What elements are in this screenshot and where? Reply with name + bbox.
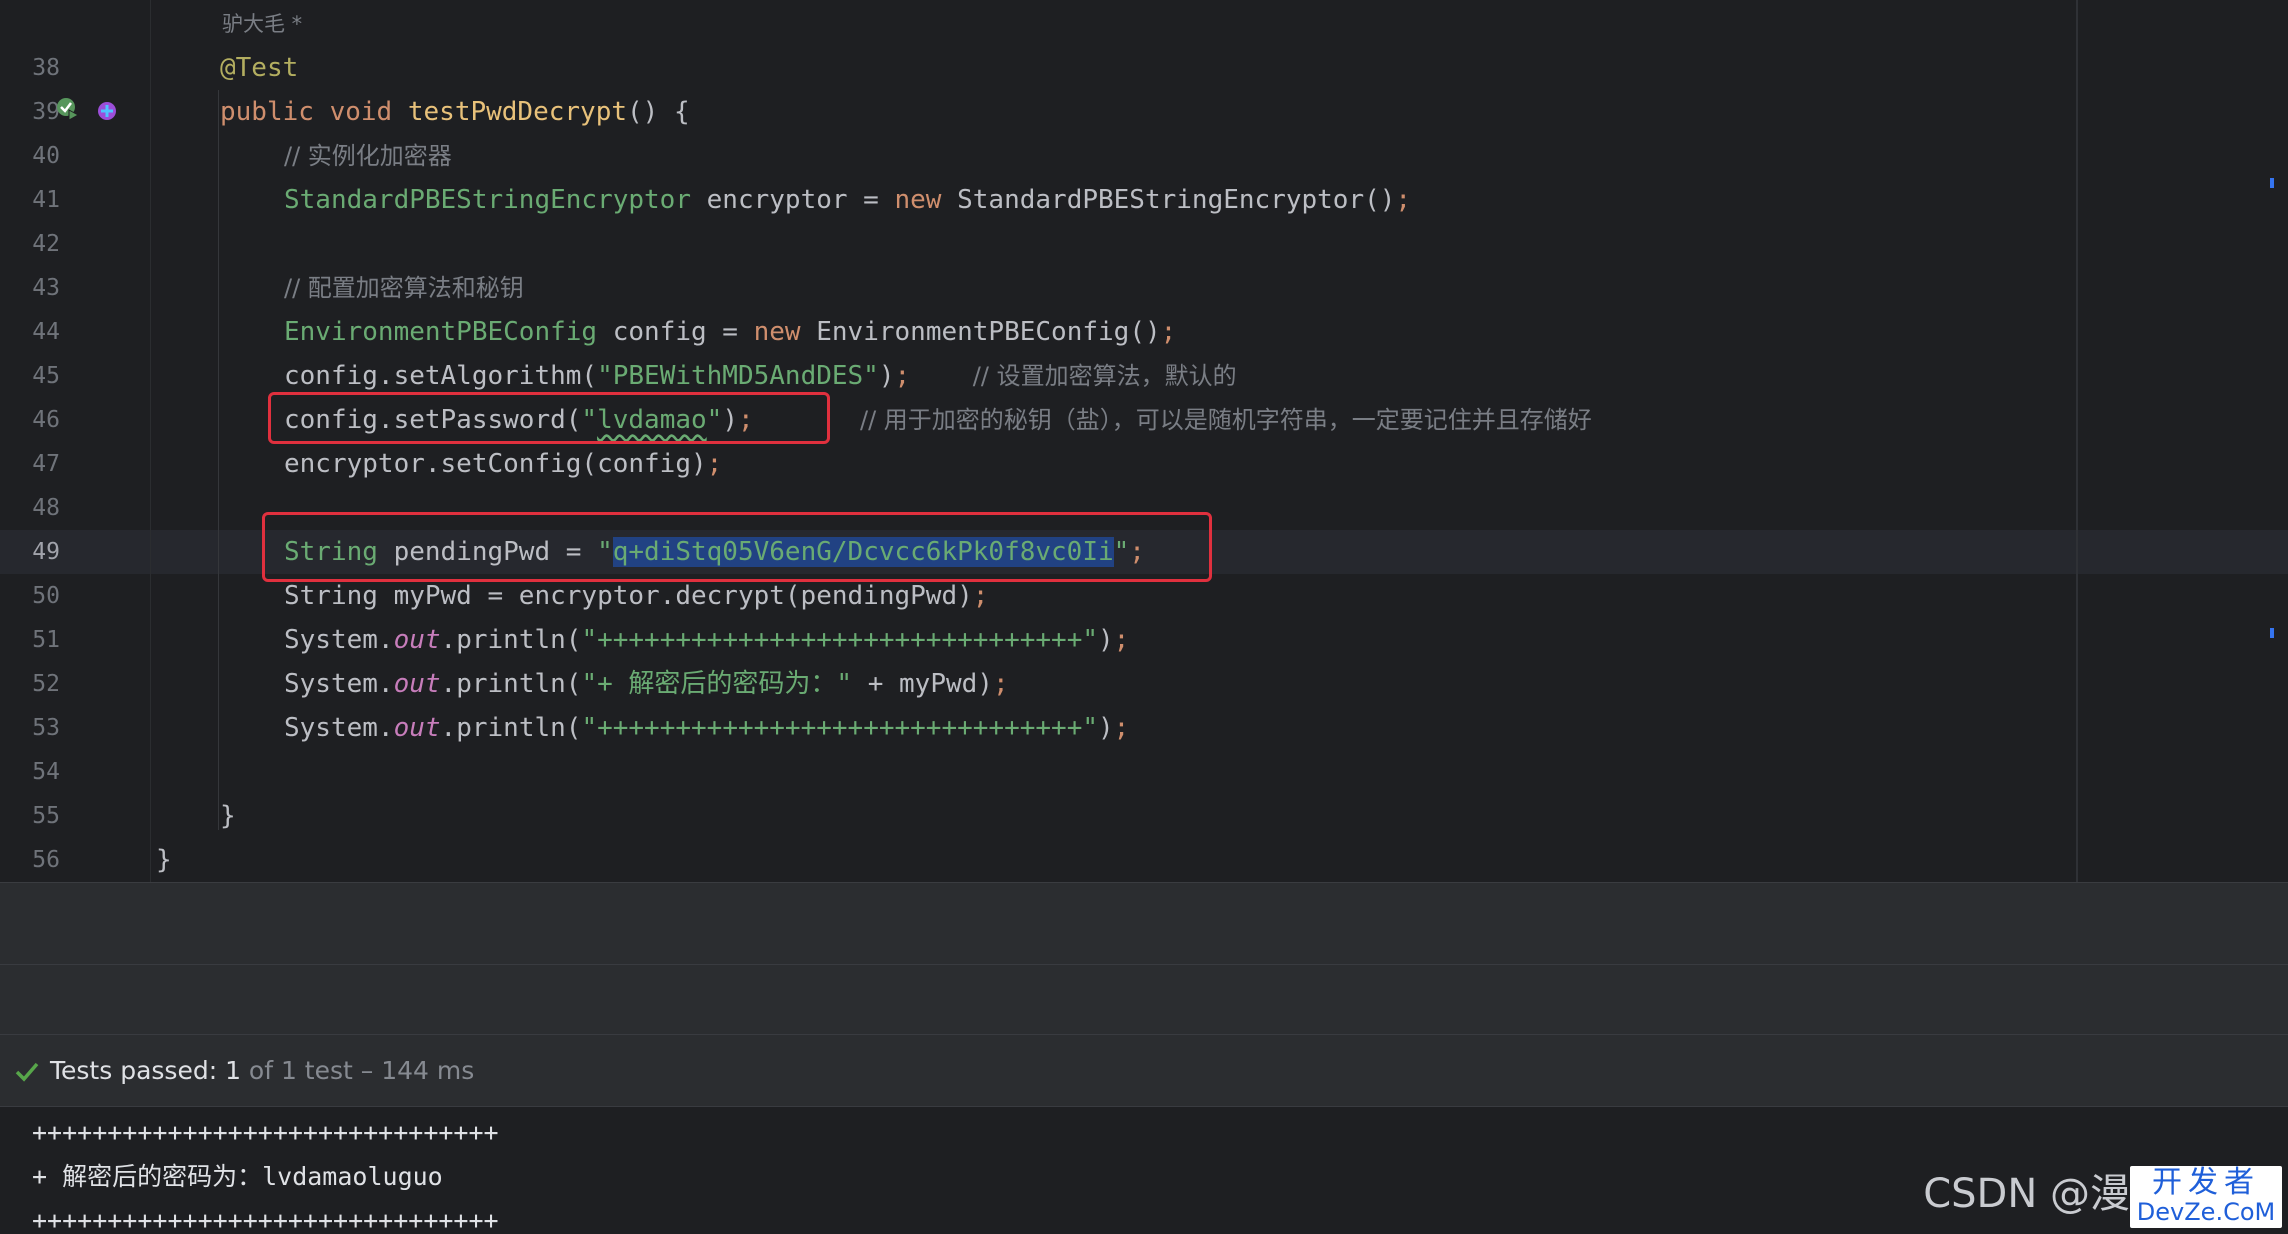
code-line-56[interactable]: } [156,838,172,882]
code-line-52[interactable]: System.out.println("+ 解密后的密码为：" + myPwd)… [284,662,1009,706]
code-line-40[interactable]: // 实例化加密器 [284,134,452,178]
author-hint: 驴大毛 * [222,12,303,36]
line-number[interactable]: 46 [0,398,60,442]
code-line-55[interactable]: } [220,794,236,838]
line-number[interactable]: 44 [0,310,60,354]
editor-bottom-panel [0,882,2288,965]
indent-guide [218,90,219,830]
code-line-38[interactable]: @Test [220,46,298,90]
line-number[interactable]: 55 [0,794,60,838]
run-test-icon[interactable] [56,97,80,121]
line-number[interactable]: 42 [0,222,60,266]
line-number[interactable]: 48 [0,486,60,530]
code-line-41[interactable]: StandardPBEStringEncryptor encryptor = n… [284,178,1411,222]
ciphertext-highlight-box [262,512,1212,582]
scrollbar-marker[interactable] [2270,178,2274,188]
password-highlight-box [268,392,830,444]
right-margin-guide [2076,0,2078,882]
code-line-53[interactable]: System.out.println("++++++++++++++++++++… [284,706,1129,750]
code-line-46-comment: // 用于加密的秘钥（盐），可以是随机字符串，一定要记住并且存储好 [860,406,1592,434]
csdn-watermark: CSDN @漫 [1923,1171,2130,1217]
line-number[interactable]: 49 [0,530,60,574]
test-results-bar: Tests passed: 1 of 1 test – 144 ms [0,1034,2288,1107]
code-editor[interactable]: 驴大毛 * 38 39 40 41 42 43 44 45 46 47 48 49 50 51 52 53 54… [0,0,2288,882]
line-number[interactable]: 43 [0,266,60,310]
console-line: +++++++++++++++++++++++++++++++ [32,1118,499,1147]
devze-logo-top: 开发者 [2152,1165,2260,1200]
line-number[interactable]: 45 [0,354,60,398]
line-number[interactable]: 40 [0,134,60,178]
line-number[interactable]: 38 [0,46,60,90]
code-line-47[interactable]: encryptor.setConfig(config); [284,442,722,486]
line-number[interactable]: 39 [0,90,60,134]
line-number[interactable]: 56 [0,838,60,882]
test-status-text: Tests passed: 1 of 1 test – 144 ms [50,1056,475,1085]
line-number[interactable]: 54 [0,750,60,794]
scrollbar-marker[interactable] [2270,628,2274,638]
code-line-44[interactable]: EnvironmentPBEConfig config = new Enviro… [284,310,1176,354]
plugin-icon[interactable] [96,100,118,122]
console-line: +++++++++++++++++++++++++++++++ [32,1206,499,1234]
check-icon [15,1062,39,1082]
tool-window-toolbar [0,964,2288,1035]
line-number[interactable]: 53 [0,706,60,750]
line-number[interactable]: 47 [0,442,60,486]
code-line-51[interactable]: System.out.println("++++++++++++++++++++… [284,618,1129,662]
line-number[interactable]: 41 [0,178,60,222]
line-number[interactable]: 51 [0,618,60,662]
code-line-43[interactable]: // 配置加密算法和秘钥 [284,266,524,310]
gutter-divider [150,0,151,882]
devze-logo-bottom: DevZe.CoM [2136,1198,2276,1226]
line-number[interactable]: 52 [0,662,60,706]
devze-logo: 开发者 DevZe.CoM [2130,1166,2282,1228]
code-line-39[interactable]: public void testPwdDecrypt() { [220,90,690,134]
line-number[interactable]: 50 [0,574,60,618]
console-line: + 解密后的密码为：lvdamaoluguo [32,1162,443,1191]
